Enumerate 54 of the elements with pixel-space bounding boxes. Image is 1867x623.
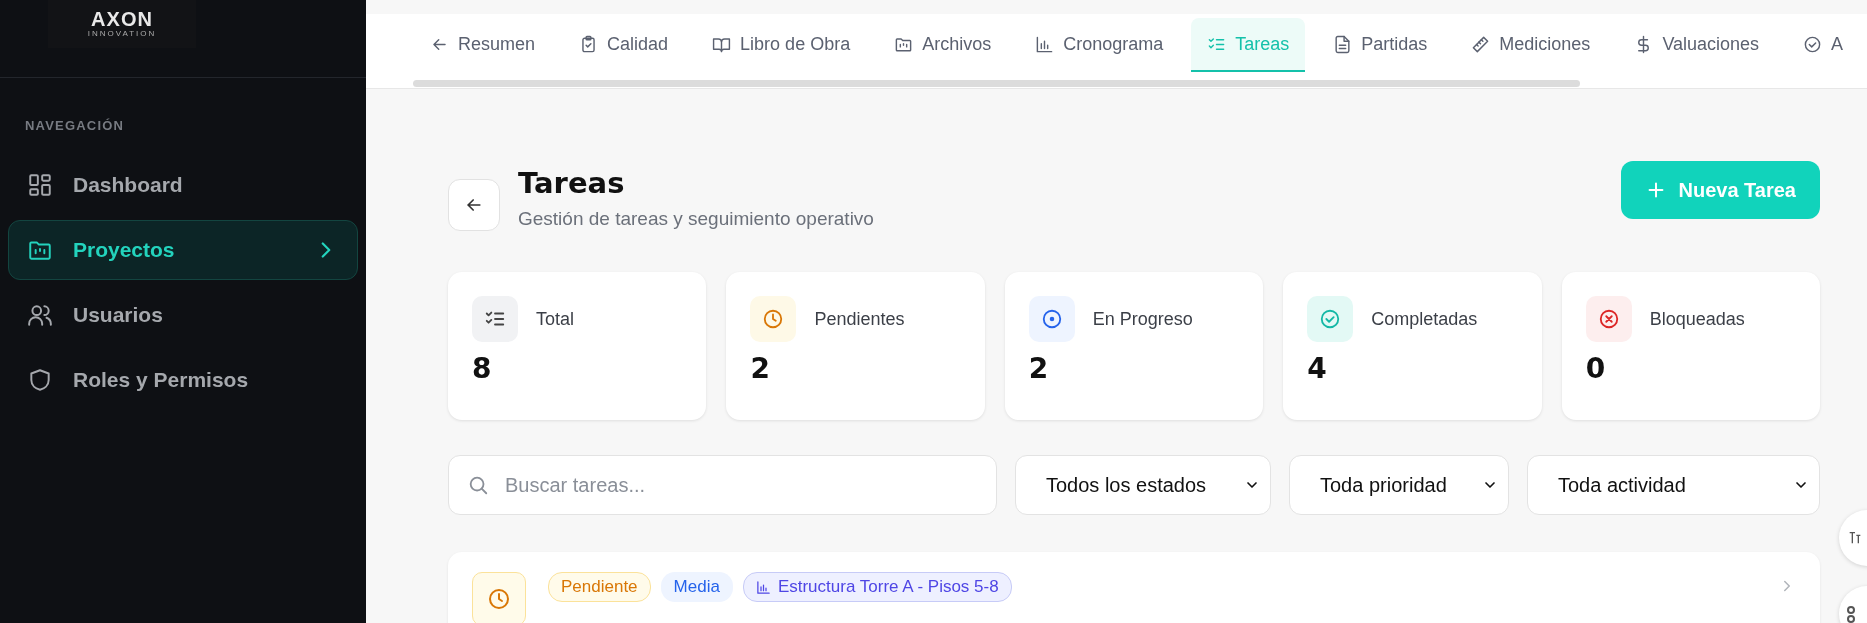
- tab[interactable]: Partidas: [1317, 18, 1444, 72]
- stat-value: 0: [1585, 352, 1607, 385]
- filter-dropdown[interactable]: Toda prioridad: [1289, 455, 1509, 515]
- filter-dropdown[interactable]: Toda actividad: [1527, 455, 1820, 515]
- stat-label: Pendientes: [814, 308, 905, 330]
- ruler-icon: [1471, 34, 1491, 54]
- search-input[interactable]: Buscar tareas...: [503, 472, 978, 498]
- shield-icon: [27, 367, 53, 393]
- clock-icon: [762, 308, 785, 330]
- x-circle-icon: [1597, 308, 1620, 330]
- tab[interactable]: Archivos: [878, 18, 1008, 72]
- check-circle-icon: [1803, 34, 1823, 54]
- check-circle-icon: [1319, 308, 1342, 330]
- stat-label: Total: [536, 308, 575, 330]
- page-subtitle: Gestión de tareas y seguimiento operativo: [518, 208, 875, 230]
- tab[interactable]: A: [1787, 18, 1860, 72]
- text-icon: [1847, 530, 1863, 546]
- search-field[interactable]: Buscar tareas...: [448, 455, 997, 515]
- logo: AXON INNOVATION: [48, 0, 196, 48]
- clock-icon: [487, 587, 511, 611]
- stat-label: Completadas: [1371, 308, 1478, 330]
- nav-item[interactable]: Dashboard: [8, 155, 358, 215]
- nav-item[interactable]: Usuarios: [8, 285, 358, 345]
- tab[interactable]: Resumen: [414, 18, 552, 72]
- activity-tag: Estructura Torre A - Pisos 5-8: [742, 572, 1012, 602]
- search-icon: [467, 474, 489, 496]
- grid-icon: [27, 172, 53, 198]
- bar-chart-icon: [1035, 34, 1055, 54]
- tab[interactable]: Cronograma: [1019, 18, 1180, 72]
- priority-tag: Media: [660, 572, 733, 602]
- document-icon: [1333, 34, 1353, 54]
- scrollbar[interactable]: [413, 80, 1580, 87]
- back-button[interactable]: [448, 179, 500, 231]
- tab[interactable]: Calidad: [563, 18, 685, 72]
- tab[interactable]: Libro de Obra: [696, 18, 867, 72]
- tab[interactable]: Valuaciones: [1618, 18, 1776, 72]
- users-icon: [27, 302, 53, 328]
- stat-value: 4: [1307, 352, 1328, 385]
- tab[interactable]: Mediciones: [1455, 18, 1607, 72]
- page-title: Tareas: [518, 166, 626, 200]
- task-card[interactable]: Pendiente Media Estructura Torre A - Pisos 5-8: [448, 552, 1820, 623]
- filter-dropdown[interactable]: Todos los estados: [1015, 455, 1271, 515]
- stat-value: 2: [750, 352, 771, 385]
- stat-label: En Progreso: [1092, 308, 1193, 330]
- stat-value: 2: [1028, 352, 1050, 385]
- bar-chart-icon: [755, 579, 771, 595]
- nav-item[interactable]: Roles y Permisos: [8, 350, 358, 410]
- target-icon: [1040, 308, 1063, 330]
- stat-value: 8: [472, 352, 493, 385]
- status-tag: Pendiente: [548, 572, 651, 602]
- circles-icon: [1847, 605, 1855, 623]
- stat-label: Bloqueadas: [1649, 308, 1745, 330]
- section-title: NAVEGACIÓN: [25, 118, 126, 133]
- nav-item[interactable]: Proyectos: [8, 220, 358, 280]
